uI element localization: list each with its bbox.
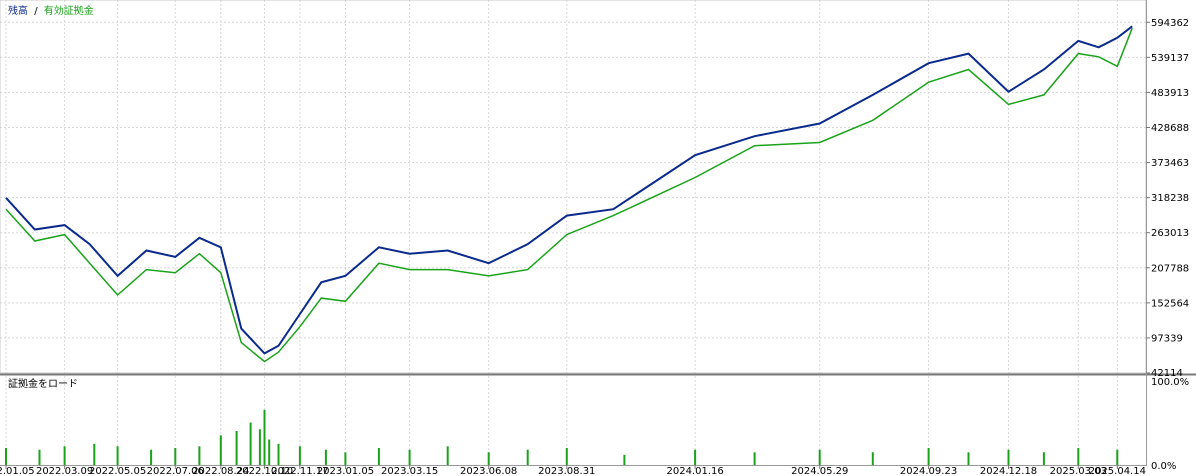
margin-load-bar [324,449,327,465]
main-plot-area [0,0,1147,374]
margin-load-bar [377,448,380,465]
time-axis-label: 2024.12.18 [980,466,1037,476]
margin-load-bar [268,439,271,465]
margin-load-bar [871,452,874,466]
margin-load-bar [198,446,201,465]
legend-balance-label: 残高 [8,4,28,17]
legend-separator: / [34,6,38,17]
price-axis-label: 483913 [1151,88,1189,99]
time-axis-label: 2023.06.08 [460,466,517,476]
price-axis-label: 594362 [1151,18,1189,29]
margin-axis-label-max: 100.0% [1151,377,1189,388]
margin-load-bar [1077,448,1080,465]
main-gridlines [0,0,1146,374]
margin-load-bar [93,443,96,466]
margin-load-bar [263,409,266,466]
sub-gridlines [5,376,1118,465]
price-axis-label: 152564 [1151,298,1189,309]
time-axis-label: 2022.05.05 [89,466,146,476]
margin-load-bar [150,449,153,465]
price-axis-label: 318238 [1151,193,1189,204]
margin-load-bar [258,429,261,465]
margin-load-bar [249,422,252,465]
time-axis-label: 2024.05.29 [791,466,848,476]
price-axis-label: 263013 [1151,228,1189,239]
margin-load-bar [818,449,821,465]
margin-load-bars [5,409,1119,466]
price-axis-label: 207788 [1151,263,1189,274]
equity-line [5,27,1133,363]
time-axis-label: 2024.01.16 [666,466,723,476]
margin-load-bar [927,448,930,465]
margin-axis-label-min: 0.0% [1151,461,1176,472]
margin-load-bar [1007,449,1010,465]
time-axis-label: 2022.01.05 [0,466,35,476]
margin-load-bar [235,431,238,465]
time-axis-label: 2023.01.05 [317,466,374,476]
price-axis-label: 539137 [1151,53,1189,64]
price-axis-labels: 594362 539137 483913 428688 373463 318238 2630… [1146,18,1189,379]
margin-load-title: 証拠金をロード [8,377,78,390]
price-axis-label: 97339 [1151,333,1183,344]
time-axis-label: 2022.03.09 [36,466,93,476]
margin-load-bar [623,454,626,465]
margin-load-bar [5,448,7,465]
price-axis-label: 373463 [1151,158,1189,169]
margin-load-bar [408,449,411,465]
time-axis-label: 2023.08.31 [538,466,595,476]
margin-load-bar [344,452,347,466]
chart-window: 594362 539137 483913 428688 373463 318238 2630… [0,0,1196,476]
margin-load-bar [38,449,41,465]
price-axis-label: 428688 [1151,123,1189,134]
margin-load-bar [1116,449,1119,465]
margin-load-bar [487,452,490,466]
margin-axis-labels: 100.0% 0.0% [1151,377,1189,472]
margin-load-bar [219,435,222,465]
margin-load-bar [753,452,756,466]
margin-load-bar [174,448,177,465]
margin-load-bar [1042,452,1045,466]
margin-load-bar [446,446,449,465]
margin-load-bar [694,449,697,465]
legend-equity-label: 有効証拠金 [44,4,94,17]
margin-load-bar [967,452,970,466]
margin-load-bar [63,446,66,465]
time-axis-label: 2023.03.15 [381,466,438,476]
time-axis-labels: 2022.01.052022.03.092022.05.052022.07.06… [0,465,1146,476]
time-axis-label: 2024.09.23 [900,466,957,476]
time-axis-label: 2025.04.14 [1089,466,1146,476]
margin-load-bar [298,446,301,465]
margin-load-bar [565,448,568,465]
margin-load-bar [277,443,280,466]
legend: 残高 / 有効証拠金 [8,4,94,17]
margin-load-bar [116,446,119,465]
margin-load-bar [526,449,529,465]
